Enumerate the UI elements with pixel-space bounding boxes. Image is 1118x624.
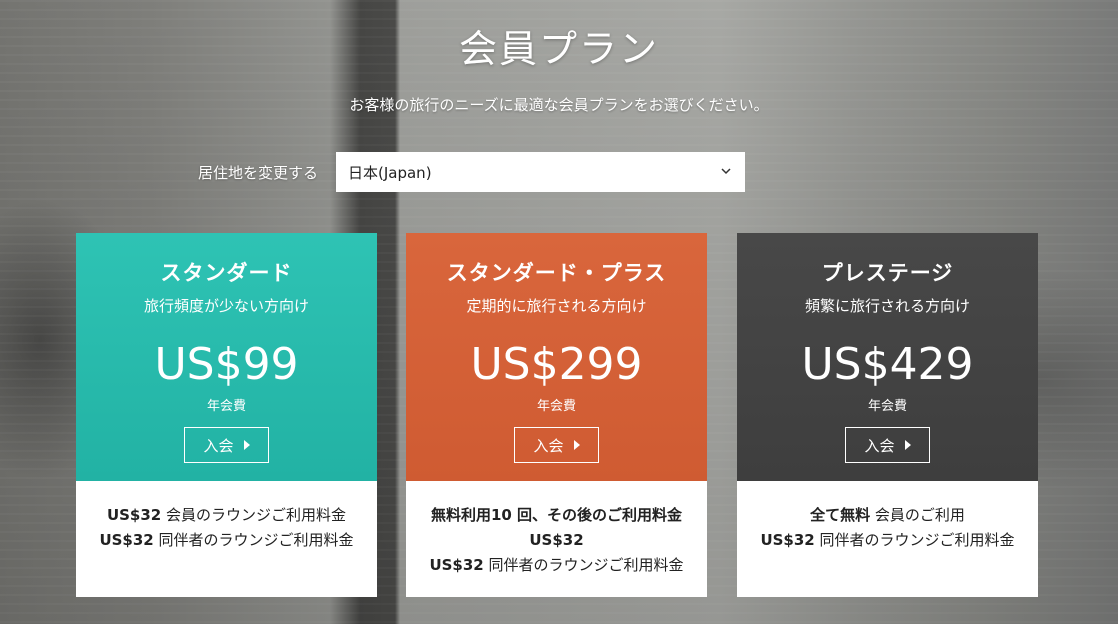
plan-benefits: 全て無料 会員のご利用 US$32 同伴者のラウンジご利用料金 bbox=[737, 481, 1038, 553]
residence-label: 居住地を変更する bbox=[198, 164, 319, 182]
join-button-prestige[interactable]: 入会 bbox=[845, 427, 930, 463]
plan-card-prestige: プレステージ 頻繁に旅行される方向け US$429 年会費 入会 全て無料 会員… bbox=[737, 233, 1038, 597]
plan-price: US$99 bbox=[154, 339, 299, 390]
plan-benefits: 無料利用10 回、その後のご利用料金US$32 US$32 同伴者のラウンジご利… bbox=[406, 481, 707, 578]
triangle-right-icon bbox=[573, 440, 580, 450]
plan-tagline: 頻繁に旅行される方向け bbox=[804, 297, 970, 315]
benefit-text: 会員のご利用 bbox=[870, 506, 965, 524]
join-button-label: 入会 bbox=[864, 436, 895, 455]
residence-selected-value: 日本(Japan) bbox=[348, 163, 432, 182]
benefit-line: US$32 会員のラウンジご利用料金 bbox=[86, 503, 367, 528]
benefit-highlight: 無料利用10 回、その後のご利用料金US$32 bbox=[430, 506, 683, 549]
benefit-text: 同伴者のラウンジご利用料金 bbox=[814, 531, 1015, 549]
benefit-line: 全て無料 会員のご利用 bbox=[747, 503, 1028, 528]
page-title: 会員プラン bbox=[458, 27, 659, 71]
join-button-label: 入会 bbox=[203, 436, 234, 455]
plan-name: スタンダード bbox=[160, 261, 293, 285]
plan-period: 年会費 bbox=[206, 399, 246, 414]
benefit-highlight: US$32 bbox=[106, 506, 162, 524]
triangle-right-icon bbox=[904, 440, 911, 450]
benefit-line: US$32 同伴者のラウンジご利用料金 bbox=[428, 553, 685, 578]
plan-card-header: スタンダード・プラス 定期的に旅行される方向け US$299 年会費 入会 bbox=[406, 233, 707, 481]
benefit-highlight: 全て無料 bbox=[810, 506, 871, 524]
plan-card-header: プレステージ 頻繁に旅行される方向け US$429 年会費 入会 bbox=[737, 233, 1038, 481]
chevron-down-icon bbox=[721, 168, 731, 175]
join-button-label: 入会 bbox=[533, 436, 564, 455]
triangle-right-icon bbox=[243, 440, 250, 450]
plan-period: 年会費 bbox=[867, 399, 907, 414]
plan-card-standard-plus: スタンダード・プラス 定期的に旅行される方向け US$299 年会費 入会 無料… bbox=[406, 233, 707, 597]
benefit-text: 同伴者のラウンジご利用料金 bbox=[153, 531, 354, 549]
benefit-highlight: US$32 bbox=[760, 531, 815, 549]
benefit-line: 無料利用10 回、その後のご利用料金US$32 bbox=[428, 503, 685, 553]
benefit-highlight: US$32 bbox=[429, 556, 484, 574]
plan-price: US$299 bbox=[470, 339, 643, 390]
plan-name: プレステージ bbox=[821, 261, 954, 285]
membership-page: 会員プラン お客様の旅行のニーズに最適な会員プランをお選びください。 居住地を変… bbox=[0, 0, 1118, 624]
plan-card-standard: スタンダード 旅行頻度が少ない方向け US$99 年会費 入会 US$32 会員… bbox=[76, 233, 377, 597]
benefit-line: US$32 同伴者のラウンジご利用料金 bbox=[747, 528, 1028, 553]
plan-benefits: US$32 会員のラウンジご利用料金 US$32 同伴者のラウンジご利用料金 bbox=[76, 481, 377, 553]
plan-name: スタンダード・プラス bbox=[446, 261, 667, 285]
plan-period: 年会費 bbox=[536, 399, 576, 414]
residence-select[interactable]: 日本(Japan) bbox=[336, 152, 745, 192]
benefit-text: 同伴者のラウンジご利用料金 bbox=[483, 556, 684, 574]
page-subtitle: お客様の旅行のニーズに最適な会員プランをお選びください。 bbox=[349, 96, 769, 114]
benefit-line: US$32 同伴者のラウンジご利用料金 bbox=[86, 528, 367, 553]
plan-tagline: 旅行頻度が少ない方向け bbox=[143, 297, 309, 315]
benefit-highlight: US$32 bbox=[99, 531, 154, 549]
plan-price: US$429 bbox=[801, 339, 974, 390]
join-button-standard[interactable]: 入会 bbox=[184, 427, 269, 463]
benefit-text: 会員のラウンジご利用料金 bbox=[161, 506, 347, 524]
plan-card-header: スタンダード 旅行頻度が少ない方向け US$99 年会費 入会 bbox=[76, 233, 377, 481]
join-button-standard-plus[interactable]: 入会 bbox=[514, 427, 599, 463]
plan-tagline: 定期的に旅行される方向け bbox=[466, 297, 647, 315]
